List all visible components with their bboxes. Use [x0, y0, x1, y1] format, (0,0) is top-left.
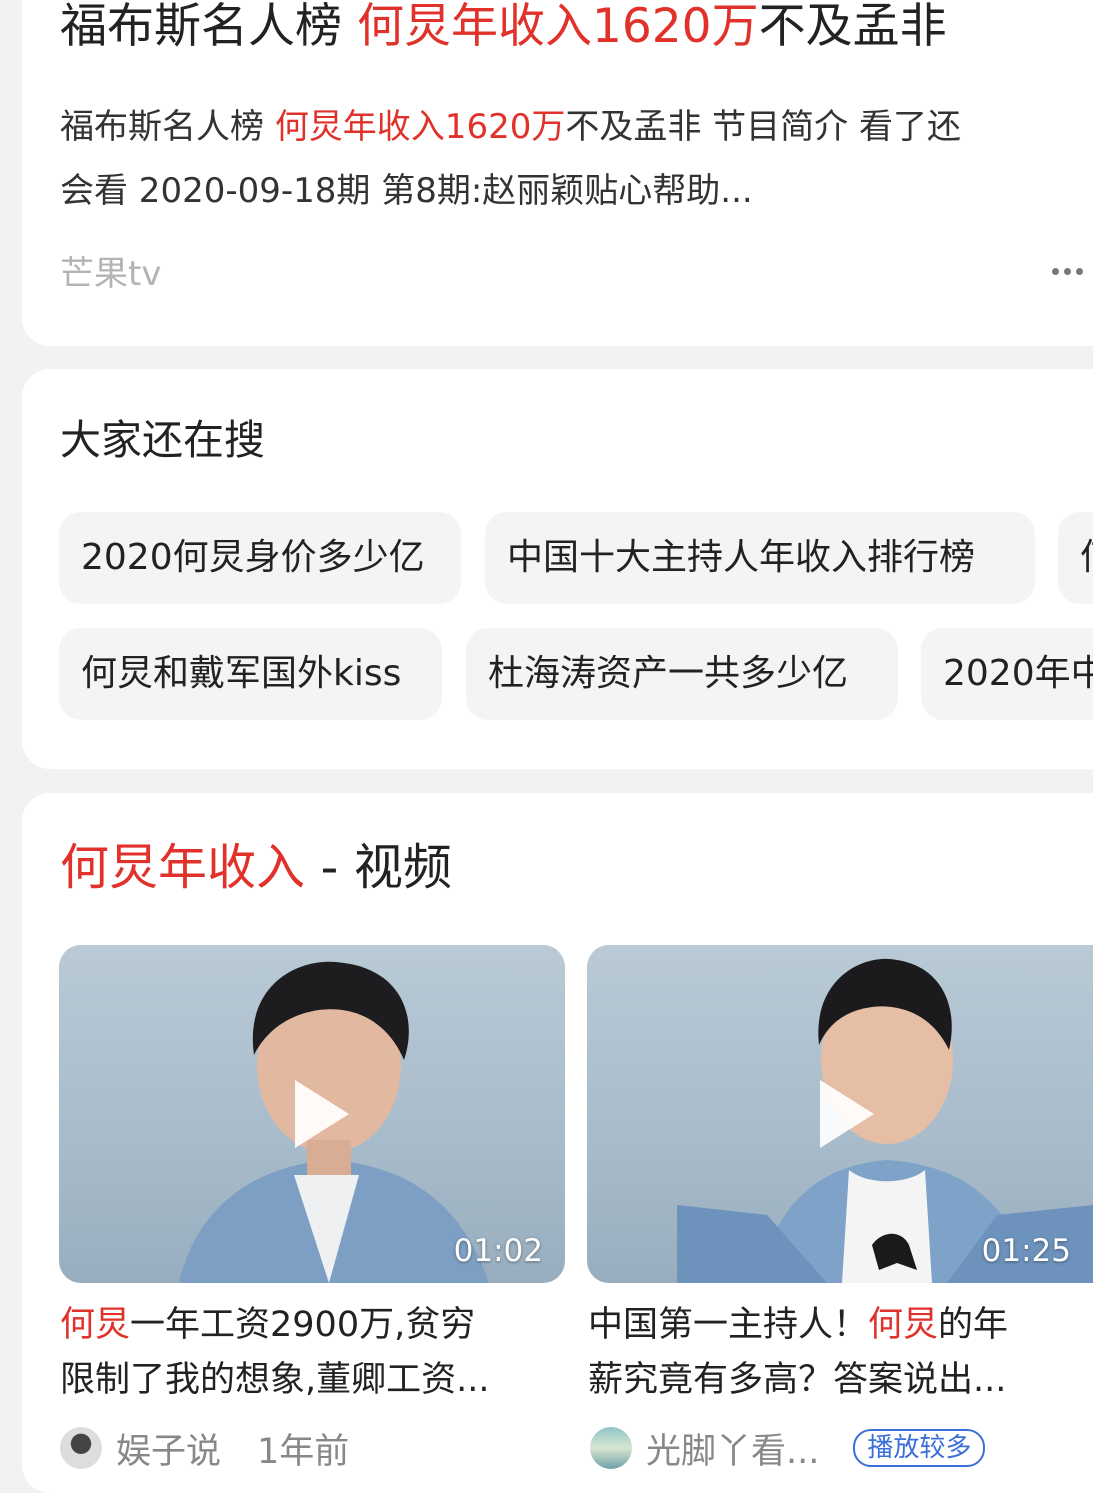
video-title-post: 的年 — [938, 1305, 1009, 1345]
title-prefix: 福布斯名人榜 — [60, 0, 357, 54]
video-title[interactable]: 中国第一主持人！何炅的年 薪究竟有多高？答案说出... — [588, 1298, 1058, 1408]
video-title-line2: 限制了我的想象,董卿工资... — [60, 1360, 490, 1400]
video-thumbnail[interactable]: 01:02 — [59, 945, 565, 1283]
videos-section-title[interactable]: 何炅年收入 - 视频 — [60, 838, 452, 898]
play-icon[interactable] — [295, 1080, 349, 1148]
video-title[interactable]: 何炅一年工资2900万,贫穷 限制了我的想象,董卿工资... — [60, 1298, 530, 1408]
desc-line2: 会看 2020-09-18期 第8期:赵丽颖贴心帮助... — [60, 171, 753, 211]
more-icon[interactable] — [1052, 268, 1083, 275]
title-suffix: 不及孟非 — [758, 0, 947, 54]
video-title-pre: 中国第一主持人！ — [588, 1305, 869, 1345]
related-chip[interactable]: 杜海涛资产一共多少亿 — [466, 628, 898, 720]
related-chip[interactable]: 2020何炅身价多少亿 — [59, 512, 461, 604]
result-source: 芒果tv — [60, 254, 162, 294]
related-searches-title: 大家还在搜 — [60, 416, 265, 464]
related-chip[interactable]: 何炅和戴军国外kiss — [59, 628, 442, 720]
video-thumbnail[interactable]: 01:25 — [587, 945, 1093, 1283]
video-meta: 娱子说 1年前 — [60, 1424, 349, 1472]
avatar[interactable] — [590, 1427, 632, 1469]
video-title-line1: 一年工资2900万,贫穷 — [130, 1305, 476, 1345]
video-duration: 01:25 — [981, 1233, 1071, 1269]
video-title-line2: 薪究竟有多高？答案说出... — [588, 1360, 1007, 1400]
video-author[interactable]: 娱子说 — [116, 1423, 221, 1474]
related-chip[interactable]: 何 — [1058, 512, 1093, 604]
video-time: 1年前 — [257, 1431, 350, 1472]
status-badge: 播放较多 — [853, 1429, 986, 1467]
title-highlight: 何炅年收入1620万 — [356, 0, 759, 54]
video-title-highlight: 何炅 — [868, 1305, 939, 1345]
videos-title-suffix: - 视频 — [305, 839, 452, 896]
desc-suffix: 不及孟非 节目简介 看了还 — [565, 107, 961, 147]
desc-prefix: 福布斯名人榜 — [60, 107, 275, 147]
video-author[interactable]: 光脚丫看... — [646, 1423, 819, 1474]
result-title[interactable]: 福布斯名人榜 何炅年收入1620万不及孟非 — [60, 2, 947, 52]
result-description: 福布斯名人榜 何炅年收入1620万不及孟非 节目简介 看了还 会看 2020-0… — [60, 95, 1080, 223]
related-chip[interactable]: 中国十大主持人年收入排行榜 — [485, 512, 1035, 604]
avatar[interactable] — [60, 1427, 102, 1469]
video-meta: 光脚丫看... 播放较多 — [590, 1423, 986, 1474]
play-icon[interactable] — [820, 1080, 874, 1148]
related-chip[interactable]: 2020年中 — [921, 628, 1093, 720]
video-title-highlight: 何炅 — [60, 1305, 131, 1345]
video-duration: 01:02 — [453, 1233, 543, 1269]
videos-title-highlight: 何炅年收入 — [60, 839, 306, 896]
desc-highlight: 何炅年收入1620万 — [274, 107, 566, 147]
